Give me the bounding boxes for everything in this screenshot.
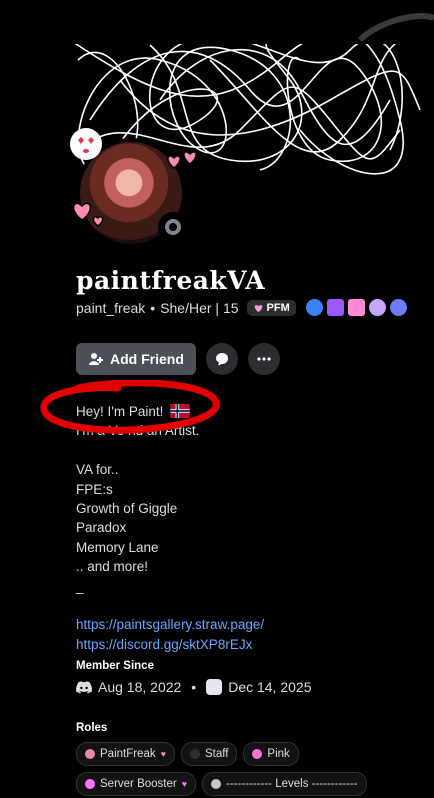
bio-link[interactable]: https://paintsgallery.straw.page/	[76, 617, 264, 632]
role-color-dot	[85, 779, 95, 789]
heart-icon: ♥	[181, 779, 188, 789]
bio-line: Growth of Giggle	[76, 500, 178, 516]
more-horizontal-icon	[257, 357, 271, 361]
role-list: PaintFreak ♥ Staff Pink Server Booster ♥…	[76, 742, 416, 796]
bio-line: I'm a Vo nd an Artist.	[76, 423, 200, 439]
message-button[interactable]	[205, 343, 238, 375]
role-label: Pink	[267, 748, 290, 760]
quest-badge-icon[interactable]	[389, 299, 407, 316]
discord-join-date: Aug 18, 2022	[98, 679, 182, 695]
add-user-icon	[89, 353, 103, 365]
member-since-title: Member Since	[76, 660, 154, 672]
role-pill[interactable]: Staff	[180, 742, 238, 766]
profile-banner	[0, 0, 434, 190]
offline-status-icon	[158, 212, 188, 242]
heart-eyes-emoji-icon	[70, 128, 102, 160]
role-pill[interactable]: Pink	[243, 742, 299, 766]
role-color-dot	[85, 749, 95, 759]
heart-sticker-icon	[72, 202, 104, 227]
shield-badge-icon[interactable]	[326, 299, 344, 316]
role-label: ------------ Levels ------------	[226, 778, 358, 790]
role-color-dot	[211, 779, 222, 789]
role-pill[interactable]: PaintFreak ♥	[76, 742, 175, 766]
hypesquad-badge-icon[interactable]	[305, 299, 323, 316]
nitro-badge-icon[interactable]	[347, 299, 365, 316]
bio-line: Paradox	[76, 520, 127, 536]
clan-tag-label: PFM	[266, 301, 290, 314]
role-color-dot	[189, 749, 200, 759]
action-buttons: Add Friend	[76, 343, 280, 375]
username[interactable]: paint_freak	[76, 300, 145, 316]
add-friend-label: Add Friend	[110, 351, 184, 367]
bio-line	[76, 596, 264, 615]
separator-dot: •	[150, 299, 156, 316]
banner-scribble-art	[0, 0, 434, 190]
heart-icon: ♥	[160, 749, 166, 759]
separator-dot: •	[191, 679, 197, 695]
username-row: paint_freak • She/Her | 15 PFM	[76, 299, 407, 316]
role-pill[interactable]: Server Booster ♥	[76, 772, 197, 796]
role-label: Staff	[204, 748, 229, 760]
display-name: paintfreakVA	[76, 266, 266, 295]
roles-title: Roles	[76, 722, 108, 734]
bio: Hey! I'm Paint! I'm a Vo nd an Artist. V…	[76, 402, 264, 654]
bio-line: VA for..	[76, 462, 119, 478]
bio-line	[76, 441, 264, 460]
bio-line: Memory Lane	[76, 539, 159, 555]
heart-sticker-icon	[167, 151, 197, 169]
member-since-row: Aug 18, 2022 • Dec 14, 2025	[76, 679, 312, 695]
badge-list	[305, 299, 407, 316]
role-color-dot	[252, 749, 263, 759]
role-label: PaintFreak	[100, 748, 156, 760]
chat-bubble-icon	[215, 353, 228, 366]
booster-badge-icon[interactable]	[368, 299, 386, 316]
bio-line: Hey! I'm Paint!	[76, 402, 264, 421]
clan-tag[interactable]: PFM	[246, 299, 296, 316]
heart-icon	[254, 304, 262, 312]
bio-line: FPE:s	[76, 481, 113, 497]
pronouns-age: She/Her | 15	[160, 299, 239, 316]
bio-greeting: Hey! I'm Paint!	[76, 404, 164, 419]
role-pill[interactable]: ------------ Levels ------------	[202, 772, 367, 796]
norway-flag-icon	[170, 404, 190, 418]
server-join-date: Dec 14, 2025	[228, 679, 312, 695]
server-icon	[206, 679, 223, 695]
more-options-button[interactable]	[247, 343, 280, 375]
discord-logo-icon	[76, 680, 92, 693]
add-friend-button[interactable]: Add Friend	[76, 343, 196, 375]
bio-line: _	[76, 578, 84, 594]
avatar-container[interactable]	[68, 126, 198, 248]
role-label: Server Booster	[100, 778, 177, 790]
bio-line: .. and more!	[76, 559, 149, 575]
bio-link[interactable]: https://discord.gg/sktXP8rEJx	[76, 637, 252, 652]
